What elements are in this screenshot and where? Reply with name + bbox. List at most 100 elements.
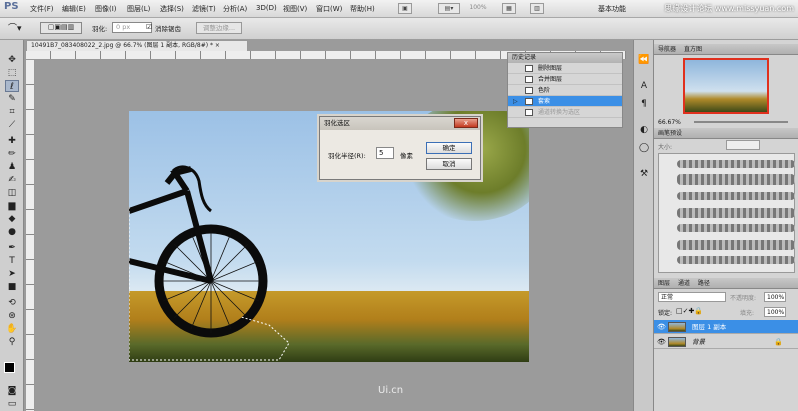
navigator-thumbnail[interactable] <box>683 58 769 114</box>
blur-icon[interactable]: ◆ <box>5 213 19 225</box>
brush-preset[interactable] <box>677 240 795 250</box>
brush-size-input[interactable] <box>726 140 760 150</box>
history-row-selected[interactable]: ▷ 套索 <box>508 96 622 107</box>
tab-navigator[interactable]: 导航器 <box>658 46 676 53</box>
options-bar: ⌒▾ ▢▣▤▥ 羽化: 0 px ☑ 消除锯齿 调整边缘... <box>0 18 798 40</box>
selection-mode-icons[interactable]: ▢▣▤▥ <box>40 22 82 34</box>
brush-preset[interactable] <box>677 192 795 200</box>
eraser-icon[interactable]: ◫ <box>5 187 19 199</box>
path-select-icon[interactable]: ➤ <box>5 268 19 280</box>
ok-button[interactable]: 确定 <box>426 142 472 154</box>
brush-preset[interactable] <box>677 208 795 218</box>
lock-icons[interactable]: □✓✚🔒 <box>676 307 703 315</box>
layer-row-selected[interactable]: 👁 图层 1 副本 <box>654 320 798 334</box>
menu-file[interactable]: 文件(F) <box>30 4 54 14</box>
zoom-level[interactable]: 100% <box>464 3 492 14</box>
type-tool-icon[interactable]: T <box>5 255 19 267</box>
quick-select-icon[interactable]: ✎ <box>5 93 19 105</box>
menu-filter[interactable]: 滤镜(T) <box>192 4 216 14</box>
menu-analysis[interactable]: 分析(A) <box>223 4 247 14</box>
history-panel-icon[interactable]: ⏪ <box>638 54 650 66</box>
tool-presets-icon[interactable]: ⚒ <box>638 168 650 180</box>
masks-icon[interactable]: ◯ <box>638 142 650 154</box>
brush-presets-title[interactable]: 画笔预设 <box>654 128 798 139</box>
layer-name[interactable]: 背景 <box>692 335 705 349</box>
3d-orbit-icon[interactable]: ⊛ <box>5 310 19 322</box>
brush-presets-list[interactable] <box>658 153 795 273</box>
menu-edit[interactable]: 编辑(E) <box>62 4 86 14</box>
dodge-icon[interactable]: ● <box>5 226 19 238</box>
app-logo: PS <box>4 1 19 12</box>
cancel-button[interactable]: 取消 <box>426 158 472 170</box>
document-tab[interactable]: 10491B7_083408022_2.jpg @ 66.7% (图层 1 副本… <box>26 40 248 51</box>
shape-tool-icon[interactable]: ■ <box>5 281 19 293</box>
menu-help[interactable]: 帮助(H) <box>350 4 375 14</box>
blend-mode-select[interactable]: 正常 <box>658 292 726 302</box>
tab-layers[interactable]: 图层 <box>658 280 670 287</box>
quick-mask-icon[interactable]: ◙ <box>5 385 19 397</box>
gradient-icon[interactable]: ▆ <box>5 200 19 212</box>
brush-preset[interactable] <box>677 174 795 185</box>
marquee-tool-icon[interactable]: ⬚ <box>5 67 19 79</box>
tab-paths[interactable]: 路径 <box>698 280 710 287</box>
hand-tool-icon[interactable]: ✋ <box>5 323 19 335</box>
foreground-color-swatch[interactable] <box>4 362 15 373</box>
bridge-icon[interactable]: ▣ <box>398 3 412 14</box>
history-row[interactable]: 合并图层 <box>508 74 622 85</box>
feather-radius-input[interactable]: 5 <box>376 147 394 159</box>
tab-channels[interactable]: 通道 <box>678 280 690 287</box>
eye-icon[interactable]: 👁 <box>657 338 666 346</box>
stamp-tool-icon[interactable]: ♟ <box>5 161 19 173</box>
pen-tool-icon[interactable]: ✒ <box>5 242 19 254</box>
lasso-tool-icon[interactable]: ℓ <box>5 80 19 92</box>
document-icon <box>525 109 533 116</box>
antialias-checkbox[interactable]: ☑ <box>146 23 152 31</box>
menu-layer[interactable]: 图层(L) <box>127 4 150 14</box>
history-row[interactable]: 色阶 <box>508 85 622 96</box>
zoom-tool-icon[interactable]: ⚲ <box>5 336 19 348</box>
fill-input[interactable]: 100% <box>764 307 786 317</box>
fill-label: 填充: <box>740 310 755 317</box>
history-panel-title[interactable]: 历史记录 <box>508 53 622 63</box>
opacity-input[interactable]: 100% <box>764 292 786 302</box>
screen-mode-tool-icon[interactable]: ▭ <box>5 398 19 410</box>
vertical-ruler <box>26 60 35 411</box>
close-icon[interactable]: x <box>454 118 478 128</box>
menu-select[interactable]: 选择(S) <box>160 4 184 14</box>
navigator-zoom[interactable]: 66.67% <box>658 119 681 126</box>
navigator-panel-tabs: 导航器 直方图 <box>654 44 798 55</box>
menu-view[interactable]: 视图(V) <box>283 4 307 14</box>
healing-brush-icon[interactable]: ✚ <box>5 135 19 147</box>
arrange-icon[interactable]: ▤▾ <box>438 3 460 14</box>
navigator-zoom-slider[interactable] <box>694 121 788 123</box>
tab-histogram[interactable]: 直方图 <box>684 46 702 53</box>
move-tool-icon[interactable]: ✥ <box>5 54 19 66</box>
screen-mode-icon[interactable]: ▦ <box>502 3 516 14</box>
3d-rotate-icon[interactable]: ⟲ <box>5 297 19 309</box>
refine-edge-button[interactable]: 调整边缘... <box>196 22 242 34</box>
extras-icon[interactable]: ▥ <box>530 3 544 14</box>
brush-tool-icon[interactable]: ✏ <box>5 148 19 160</box>
character-panel-icon[interactable]: A <box>638 80 650 92</box>
crop-tool-icon[interactable]: ⌗ <box>5 106 19 118</box>
adjustments-icon[interactable]: ◐ <box>638 124 650 136</box>
layers-panel-tabs: 图层 通道 路径 <box>654 278 798 289</box>
paragraph-panel-icon[interactable]: ¶ <box>638 98 650 110</box>
history-brush-icon[interactable]: ✍ <box>5 174 19 186</box>
layer-name[interactable]: 图层 1 副本 <box>692 320 726 334</box>
brush-preset[interactable] <box>677 160 795 168</box>
brush-preset[interactable] <box>677 256 795 264</box>
menu-image[interactable]: 图像(I) <box>95 4 117 14</box>
ui-cn-watermark: Ui.cn <box>378 385 404 396</box>
history-row[interactable]: 删除图层 <box>508 63 622 74</box>
eye-icon[interactable]: 👁 <box>657 323 666 331</box>
layer-row[interactable]: 👁 背景 🔒 <box>654 335 798 349</box>
lasso-tool-icon[interactable]: ⌒▾ <box>8 21 22 34</box>
history-row[interactable]: 通道转换为选区 <box>508 107 622 118</box>
workspace-label[interactable]: 基本功能 <box>598 4 626 14</box>
menu-window[interactable]: 窗口(W) <box>316 4 342 14</box>
brush-size-label: 大小: <box>658 144 673 151</box>
eyedropper-icon[interactable]: ⟋ <box>5 119 19 131</box>
menu-3d[interactable]: 3D(D) <box>256 4 277 12</box>
brush-preset[interactable] <box>677 224 795 232</box>
